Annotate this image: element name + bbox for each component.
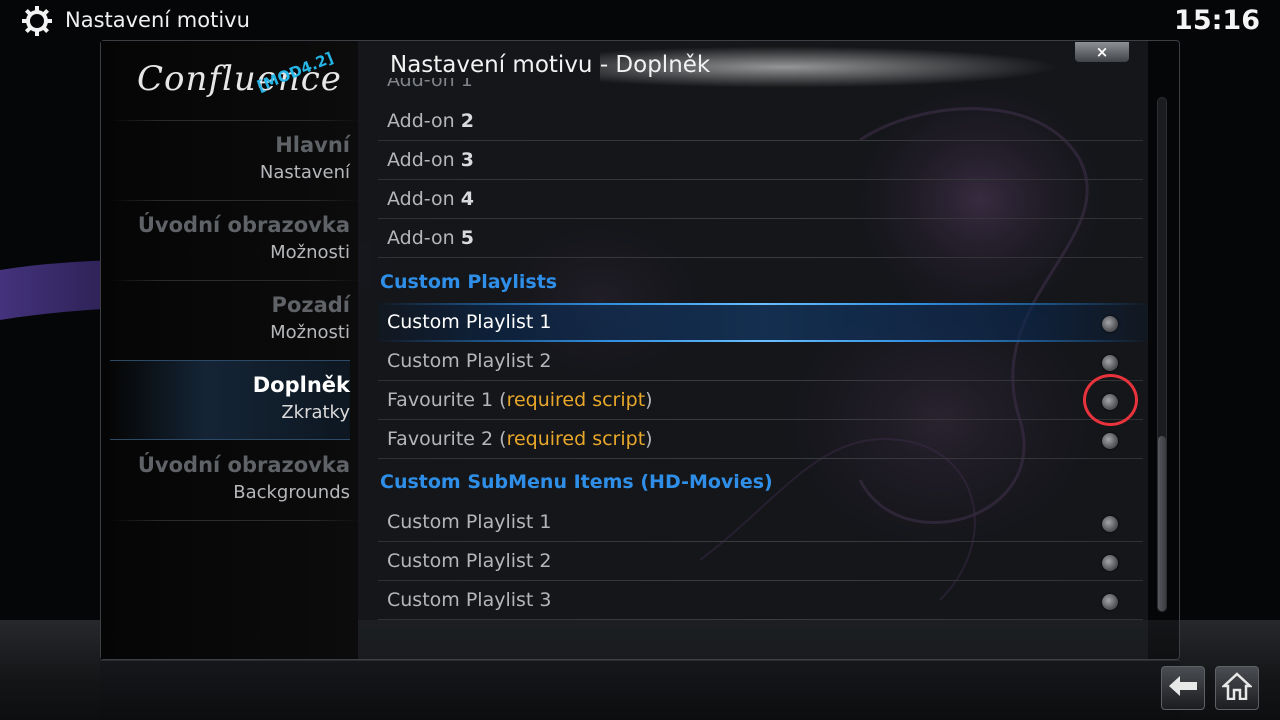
sidebar-item-subtitle: Backgrounds (233, 482, 350, 503)
setting-label: Custom Playlist 2 (387, 350, 552, 372)
section-header-custom-submenu: Custom SubMenu Items (HD-Movies) (380, 471, 773, 493)
sidebar-item-subtitle: Nastavení (259, 162, 350, 183)
sidebar-item-hlavni[interactable]: Hlavní Nastavení (110, 121, 350, 201)
close-button[interactable]: × (1075, 42, 1129, 62)
setting-custom-playlist-1[interactable]: Custom Playlist 1 (378, 303, 1148, 342)
sidebar-item-title: Úvodní obrazovka (137, 213, 350, 237)
radio-toggle[interactable] (1102, 433, 1118, 449)
setting-custom-playlist-2[interactable]: Custom Playlist 2 (378, 342, 1148, 381)
clock: 15:16 (1174, 5, 1260, 36)
sidebar-item-title: Doplněk (252, 373, 350, 397)
sidebar-item-doplnek[interactable]: Doplněk Zkratky (110, 360, 350, 440)
setting-label: Custom Playlist 2 (387, 550, 552, 572)
setting-favourite-2[interactable]: Favourite 2 (required script) (378, 420, 1148, 459)
home-icon (1220, 672, 1254, 704)
scrollbar-thumb[interactable] (1158, 436, 1166, 611)
list-item-cut: Add-on 1 (387, 78, 473, 91)
setting-label: Add-on 5 (387, 227, 474, 249)
setting-label: Add-on 2 (387, 110, 474, 132)
skin-logo: Confluence [MOD4.2] (137, 49, 341, 115)
divider (110, 520, 360, 521)
row-divider (378, 257, 1143, 258)
sidebar-item-subtitle: Možnosti (270, 242, 350, 263)
setting-label: Favourite 1 (required script) (387, 389, 653, 411)
setting-addon-3[interactable]: Add-on 3 (378, 141, 1148, 180)
setting-addon-5[interactable]: Add-on 5 (378, 219, 1148, 258)
sidebar-item-uvodni-obrazovka[interactable]: Úvodní obrazovka Možnosti (110, 201, 350, 281)
setting-addon-4[interactable]: Add-on 4 (378, 180, 1148, 219)
setting-label: Custom Playlist 1 (387, 311, 552, 333)
back-button[interactable] (1161, 666, 1205, 710)
annotation-circle (1083, 374, 1138, 426)
sidebar-item-title: Úvodní obrazovka (137, 453, 350, 477)
section-header-custom-playlists: Custom Playlists (380, 271, 558, 293)
dialog-title: Nastavení motivu - Doplněk (390, 52, 711, 78)
radio-toggle[interactable] (1102, 516, 1118, 532)
close-icon: × (1095, 43, 1109, 61)
setting-label: Custom Playlist 3 (387, 589, 552, 611)
setting-label: Favourite 2 (required script) (387, 428, 653, 450)
setting-submenu-playlist-3[interactable]: Custom Playlist 3 (378, 581, 1148, 620)
required-script-note: required script (506, 389, 646, 411)
setting-submenu-playlist-1[interactable]: Custom Playlist 1 (378, 503, 1148, 542)
radio-toggle[interactable] (1102, 594, 1118, 610)
window-title: Nastavení motivu (65, 8, 250, 32)
required-script-note: required script (506, 428, 646, 450)
top-bar: Nastavení motivu 15:16 (0, 0, 1280, 42)
setting-favourite-1[interactable]: Favourite 1 (required script) (378, 381, 1148, 420)
back-arrow-icon (1168, 675, 1198, 701)
setting-label: Add-on 3 (387, 149, 474, 171)
radio-toggle[interactable] (1102, 555, 1118, 571)
row-divider (378, 458, 1143, 459)
setting-submenu-playlist-2[interactable]: Custom Playlist 2 (378, 542, 1148, 581)
sidebar-item-subtitle: Možnosti (270, 322, 350, 343)
sidebar-item-title: Pozadí (271, 293, 350, 317)
setting-label: Add-on 4 (387, 188, 474, 210)
sidebar-item-pozadi[interactable]: Pozadí Možnosti (110, 281, 350, 361)
radio-toggle[interactable] (1102, 316, 1118, 332)
row-divider (378, 619, 1143, 620)
home-button[interactable] (1215, 666, 1259, 710)
setting-label: Custom Playlist 1 (387, 511, 552, 533)
sidebar-item-backgrounds[interactable]: Úvodní obrazovka Backgrounds (110, 441, 350, 521)
sidebar-item-title: Hlavní (275, 133, 350, 157)
gear-icon (22, 6, 52, 36)
radio-toggle[interactable] (1102, 355, 1118, 371)
sidebar-item-subtitle: Zkratky (281, 402, 350, 423)
setting-addon-2[interactable]: Add-on 2 (378, 102, 1148, 141)
bottom-panel (100, 660, 1180, 720)
